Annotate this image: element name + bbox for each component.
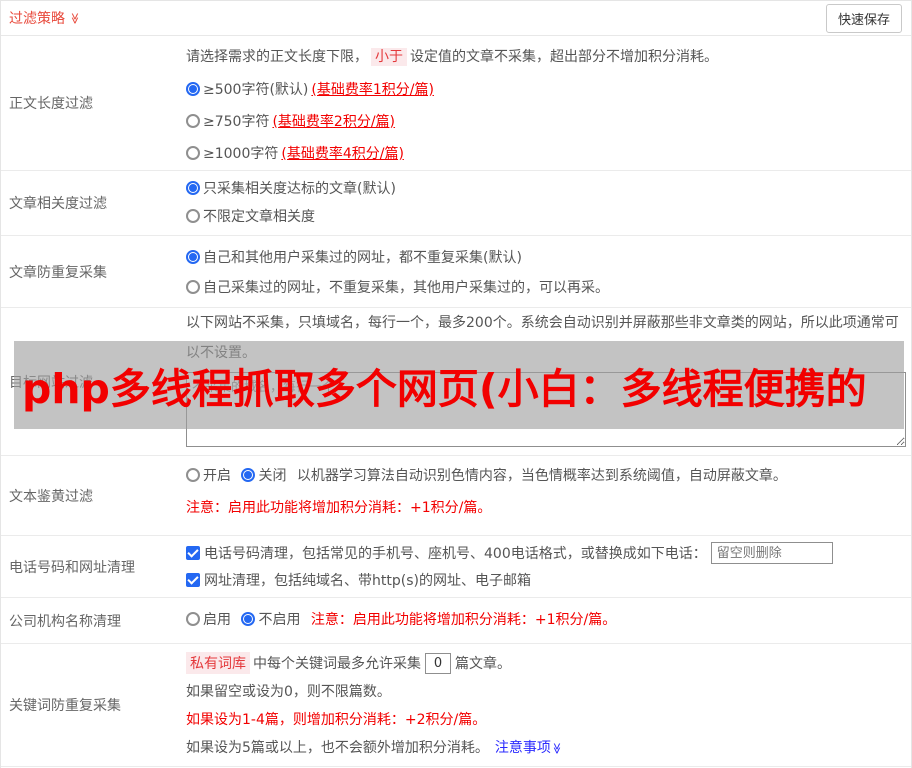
keyword-limit-line: 私有词库 中每个关键词最多允许采集 篇文章。: [186, 652, 904, 674]
relevance-option-strict[interactable]: 只采集相关度达标的文章(默认): [186, 179, 904, 199]
company-option-enable[interactable]: 启用: [186, 612, 231, 628]
keyword-note-five: 如果设为5篇或以上，也不会额外增加积分消耗。注意事项≫: [186, 738, 904, 758]
radio-icon[interactable]: [186, 114, 200, 128]
company-option-disable[interactable]: 不启用: [241, 612, 300, 628]
section-label: 文本鉴黄过滤: [1, 456, 176, 535]
section-label: 目标网站过滤: [1, 308, 176, 455]
chevron-down-icon: ≫: [551, 743, 562, 755]
porn-cost-note: 注意：启用此功能将增加积分消耗：+1积分/篇。: [186, 498, 904, 518]
url-cleanup-option[interactable]: 网址清理，包括纯域名、带http(s)的网址、电子邮箱: [186, 571, 904, 591]
fee-note: (基础费率2积分/篇): [272, 114, 395, 130]
length-option-500[interactable]: ≥500字符(默认)(基础费率1积分/篇): [186, 80, 904, 100]
fee-note: (基础费率1积分/篇): [311, 82, 434, 98]
section-label: 电话号码和网址清理: [1, 536, 176, 597]
section-label: 文章防重复采集: [1, 236, 176, 307]
radio-checked-icon[interactable]: [186, 181, 200, 195]
radio-checked-icon[interactable]: [241, 468, 255, 482]
section-label: 正文长度过滤: [1, 36, 176, 170]
section-company-cleanup: 公司机构名称清理 启用 不启用 注意：启用此功能将增加积分消耗：+1积分/篇。: [1, 598, 911, 644]
length-option-1000[interactable]: ≥1000字符(基础费率4积分/篇): [186, 144, 904, 164]
phone-cleanup-option[interactable]: 电话号码清理，包括常见的手机号、座机号、400电话格式，或替换成如下电话：: [186, 541, 904, 565]
keyword-note-zero: 如果留空或设为0，则不限篇数。: [186, 682, 904, 702]
length-option-750[interactable]: ≥750字符(基础费率2积分/篇): [186, 112, 904, 132]
keyword-count-input[interactable]: [425, 653, 451, 674]
page-title-text: 过滤策略: [9, 8, 65, 28]
quick-save-button[interactable]: 快速保存: [826, 4, 902, 33]
radio-icon[interactable]: [186, 209, 200, 223]
checkbox-checked-icon[interactable]: [186, 573, 200, 587]
length-intro: 请选择需求的正文长度下限，小于设定值的文章不采集，超出部分不增加积分消耗。: [186, 47, 904, 67]
radio-icon[interactable]: [186, 612, 200, 626]
porn-option-on[interactable]: 开启: [186, 468, 231, 484]
dedup-option-all-users[interactable]: 自己和其他用户采集过的网址，都不重复采集(默认): [186, 248, 904, 268]
dedup-option-self-only[interactable]: 自己采集过的网址，不重复采集，其他用户采集过的，可以再采。: [186, 278, 904, 298]
section-relevance-filter: 文章相关度过滤 只采集相关度达标的文章(默认) 不限定文章相关度: [1, 171, 911, 236]
header-bar: 过滤策略 ≫ 快速保存: [1, 1, 911, 36]
section-target-site-filter: 目标网站过滤 以下网站不采集，只填域名，每行一个，最多200个。系统会自动识别并…: [1, 308, 911, 456]
section-keyword-dedup: 关键词防重复采集 私有词库 中每个关键词最多允许采集 篇文章。 如果留空或设为0…: [1, 644, 911, 767]
radio-icon[interactable]: [186, 468, 200, 482]
target-site-note: 以下网站不采集，只填域名，每行一个，最多200个。系统会自动识别并屏蔽那些非文章…: [186, 308, 906, 368]
private-lexicon-badge[interactable]: 私有词库: [186, 652, 250, 674]
chevron-down-icon: ≫: [69, 12, 80, 24]
radio-checked-icon[interactable]: [186, 250, 200, 264]
relevance-option-any[interactable]: 不限定文章相关度: [186, 207, 904, 227]
keyword-note-cost: 如果设为1-4篇，则增加积分消耗：+2积分/篇。: [186, 710, 904, 730]
radio-checked-icon[interactable]: [241, 612, 255, 626]
blocked-domains-textarea[interactable]: [186, 372, 906, 447]
company-cost-note: 注意：启用此功能将增加积分消耗：+1积分/篇。: [311, 612, 616, 628]
notice-link[interactable]: 注意事项: [495, 740, 551, 756]
porn-desc: 以机器学习算法自动识别色情内容，当色情概率达到系统阈值，自动屏蔽文章。: [297, 468, 787, 484]
section-label: 文章相关度过滤: [1, 171, 176, 235]
company-options-line: 启用 不启用 注意：启用此功能将增加积分消耗：+1积分/篇。: [186, 610, 904, 630]
page-title[interactable]: 过滤策略 ≫: [9, 8, 81, 28]
radio-icon[interactable]: [186, 146, 200, 160]
porn-options-line: 开启 关闭 以机器学习算法自动识别色情内容，当色情概率达到系统阈值，自动屏蔽文章…: [186, 466, 904, 486]
section-label: 公司机构名称清理: [1, 598, 176, 643]
section-phone-url-cleanup: 电话号码和网址清理 电话号码清理，包括常见的手机号、座机号、400电话格式，或替…: [1, 536, 911, 598]
section-porn-filter: 文本鉴黄过滤 开启 关闭 以机器学习算法自动识别色情内容，当色情概率达到系统阈值…: [1, 456, 911, 536]
radio-checked-icon[interactable]: [186, 82, 200, 96]
section-dedup-filter: 文章防重复采集 自己和其他用户采集过的网址，都不重复采集(默认) 自己采集过的网…: [1, 236, 911, 308]
radio-icon[interactable]: [186, 280, 200, 294]
section-label: 关键词防重复采集: [1, 644, 176, 766]
section-body-length-filter: 正文长度过滤 请选择需求的正文长度下限，小于设定值的文章不采集，超出部分不增加积…: [1, 36, 911, 171]
fee-note: (基础费率4积分/篇): [281, 146, 404, 162]
filter-settings-page: 过滤策略 ≫ 快速保存 正文长度过滤 请选择需求的正文长度下限，小于设定值的文章…: [0, 0, 912, 768]
less-than-badge: 小于: [371, 48, 407, 66]
porn-option-off[interactable]: 关闭: [241, 468, 286, 484]
checkbox-checked-icon[interactable]: [186, 546, 200, 560]
replacement-phone-input[interactable]: [711, 542, 833, 564]
